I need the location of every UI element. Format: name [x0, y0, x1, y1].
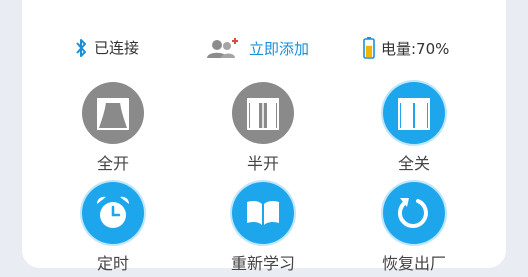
half-open-button[interactable]: 半开	[223, 82, 303, 174]
add-person-icon	[205, 37, 243, 59]
battery-status: 电量:70%	[363, 37, 449, 59]
full-close-button[interactable]: 全关	[374, 82, 454, 174]
full-close-label: 全关	[397, 154, 430, 173]
curtain-half-icon	[232, 82, 294, 144]
bluetooth-icon	[74, 38, 88, 58]
bluetooth-status: 已连接	[74, 37, 139, 58]
curtain-open-icon	[82, 82, 144, 144]
battery-label: 电量:70%	[381, 39, 450, 58]
reset-icon	[383, 182, 445, 244]
add-device-label: 立即添加	[249, 39, 310, 58]
book-icon	[232, 182, 294, 244]
full-open-button[interactable]: 全开	[73, 82, 153, 174]
relearn-label: 重新学习	[230, 254, 295, 273]
half-open-label: 半开	[246, 154, 279, 173]
timer-button[interactable]: 定时	[73, 182, 153, 274]
alarm-clock-icon	[82, 182, 144, 244]
full-open-label: 全开	[96, 154, 129, 173]
timer-label: 定时	[96, 254, 129, 273]
curtain-closed-icon	[383, 82, 445, 144]
battery-icon	[363, 37, 375, 59]
factory-reset-label: 恢复出厂	[381, 254, 446, 273]
add-device-link[interactable]: 立即添加	[205, 37, 309, 59]
factory-reset-button[interactable]: 恢复出厂	[374, 182, 454, 274]
relearn-button[interactable]: 重新学习	[223, 182, 303, 274]
bluetooth-label: 已连接	[94, 39, 140, 57]
